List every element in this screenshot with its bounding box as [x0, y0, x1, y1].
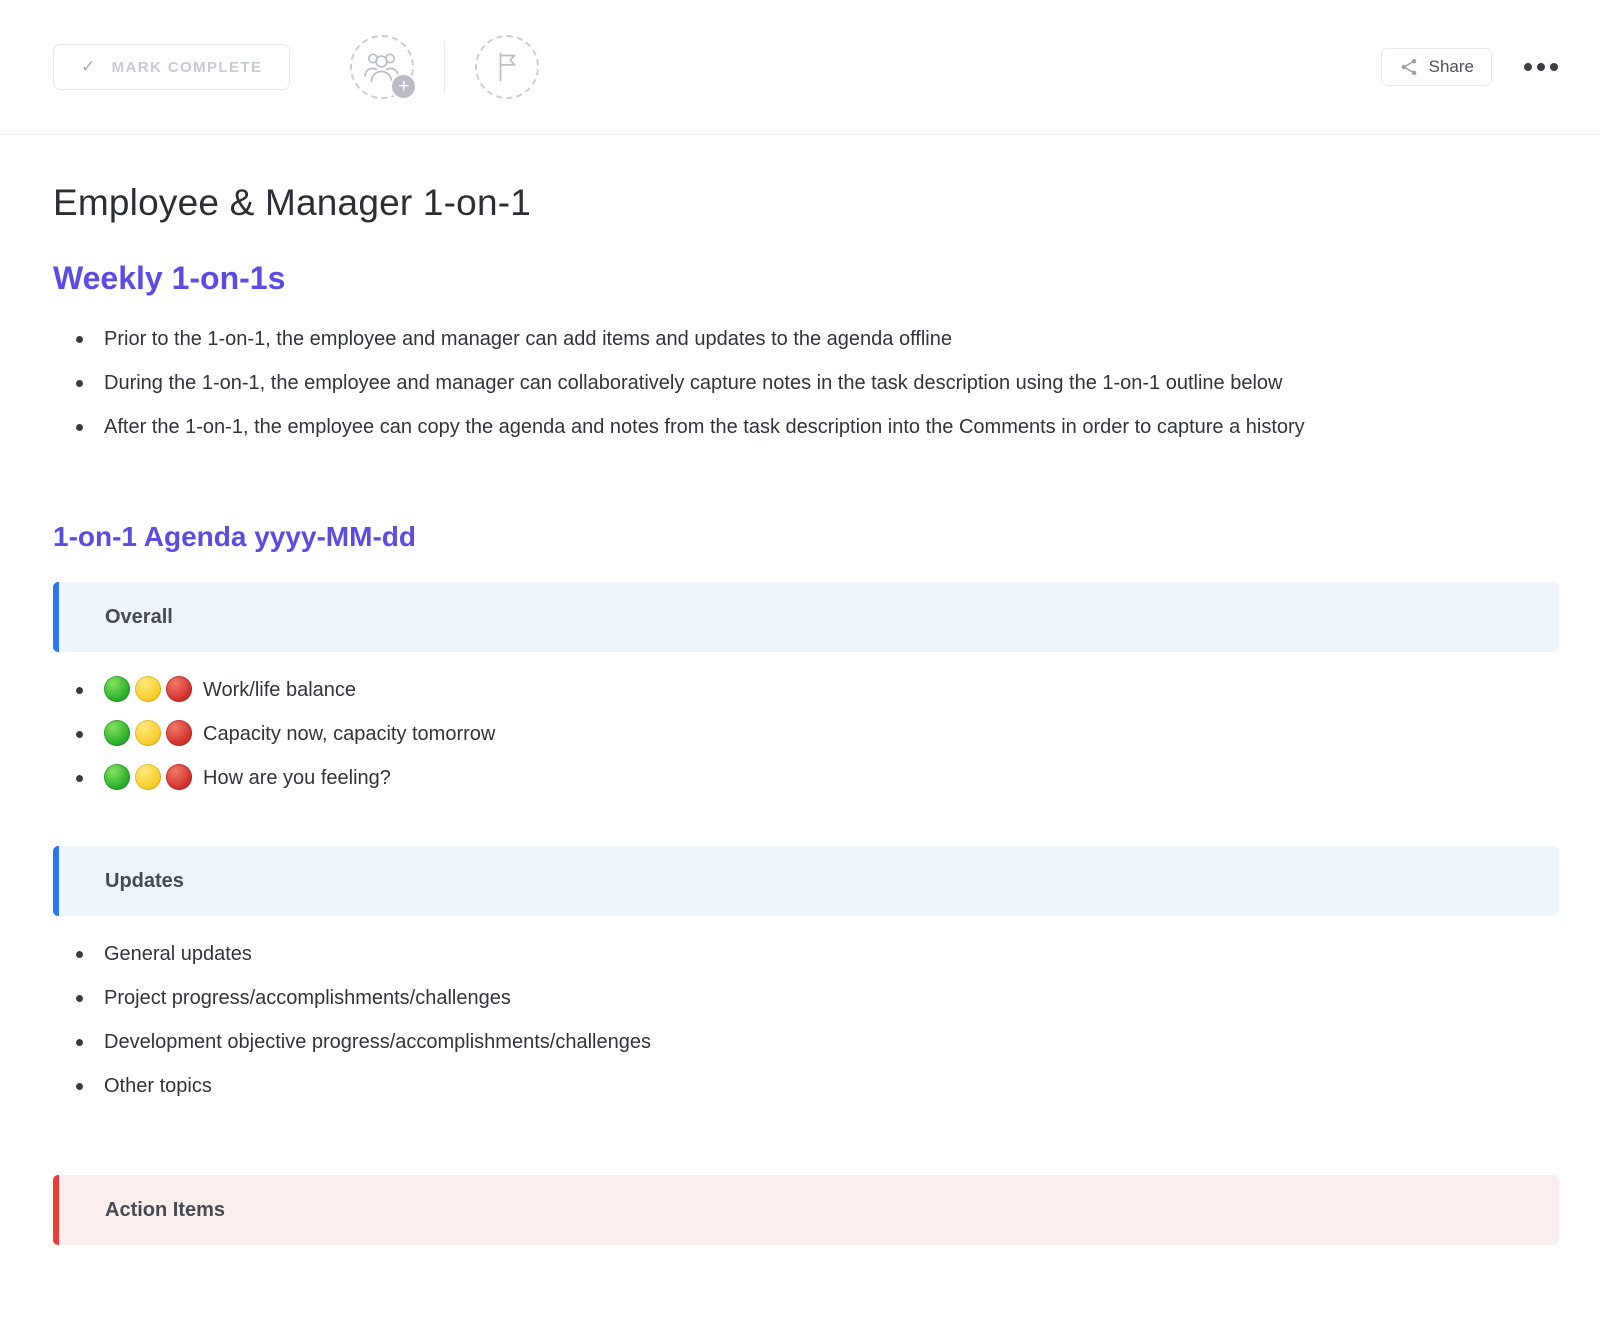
toolbar: ✓ MARK COMPLETE + [0, 0, 1600, 134]
action-items-callout-title: Action Items [105, 1199, 225, 1222]
weekly-bullet-list: Prior to the 1-on-1, the employee and ma… [53, 321, 1559, 445]
green-circle-icon [104, 764, 130, 790]
list-item: During the 1-on-1, the employee and mana… [53, 365, 1448, 401]
list-item: Development objective progress/accomplis… [53, 1020, 1448, 1064]
overall-callout-title: Overall [105, 606, 173, 629]
green-circle-icon [104, 676, 130, 702]
list-item-label: How are you feeling? [203, 767, 391, 789]
mark-complete-label: MARK COMPLETE [112, 59, 263, 76]
action-items-callout: Action Items [53, 1175, 1559, 1245]
list-item-label: Capacity now, capacity tomorrow [203, 723, 495, 745]
toolbar-icon-group: + [350, 35, 539, 99]
agenda-heading: 1-on-1 Agenda yyyy-MM-dd [53, 521, 1559, 553]
weekly-1on1s-heading: Weekly 1-on-1s [53, 260, 1559, 297]
mark-complete-button[interactable]: ✓ MARK COMPLETE [53, 44, 290, 90]
list-item: After the 1-on-1, the employee can copy … [53, 409, 1448, 445]
add-assignee-button[interactable]: + [350, 35, 414, 99]
share-icon [1399, 57, 1419, 77]
red-circle-icon [166, 676, 192, 702]
more-options-button[interactable] [1522, 57, 1560, 77]
list-item-label: Work/life balance [203, 679, 356, 701]
list-item: Project progress/accomplishments/challen… [53, 976, 1448, 1020]
share-button[interactable]: Share [1381, 48, 1492, 86]
yellow-circle-icon [135, 720, 161, 746]
yellow-circle-icon [135, 764, 161, 790]
list-item: General updates [53, 932, 1448, 976]
list-item: How are you feeling? [53, 756, 1448, 800]
toolbar-divider [444, 41, 445, 93]
updates-callout: Updates [53, 846, 1559, 916]
updates-bullet-list: General updates Project progress/accompl… [53, 932, 1559, 1108]
ellipsis-icon [1524, 63, 1532, 71]
share-label: Share [1429, 57, 1474, 77]
task-description: Employee & Manager 1-on-1 Weekly 1-on-1s… [0, 135, 1600, 1245]
red-circle-icon [166, 720, 192, 746]
overall-bullet-list: Work/life balance Capacity now, capacity… [53, 668, 1559, 800]
toolbar-right: Share [1381, 48, 1560, 86]
set-priority-button[interactable] [475, 35, 539, 99]
checkmark-icon: ✓ [81, 57, 97, 77]
list-item: Other topics [53, 1064, 1448, 1108]
green-circle-icon [104, 720, 130, 746]
yellow-circle-icon [135, 676, 161, 702]
list-item: Capacity now, capacity tomorrow [53, 712, 1448, 756]
overall-callout: Overall [53, 582, 1559, 652]
list-item: Work/life balance [53, 668, 1448, 712]
page-title: Employee & Manager 1-on-1 [53, 182, 1559, 224]
plus-badge-icon: + [390, 73, 417, 100]
updates-callout-title: Updates [105, 870, 184, 893]
red-circle-icon [166, 764, 192, 790]
flag-icon [492, 50, 522, 84]
toolbar-left: ✓ MARK COMPLETE + [53, 35, 539, 99]
list-item: Prior to the 1-on-1, the employee and ma… [53, 321, 1448, 357]
